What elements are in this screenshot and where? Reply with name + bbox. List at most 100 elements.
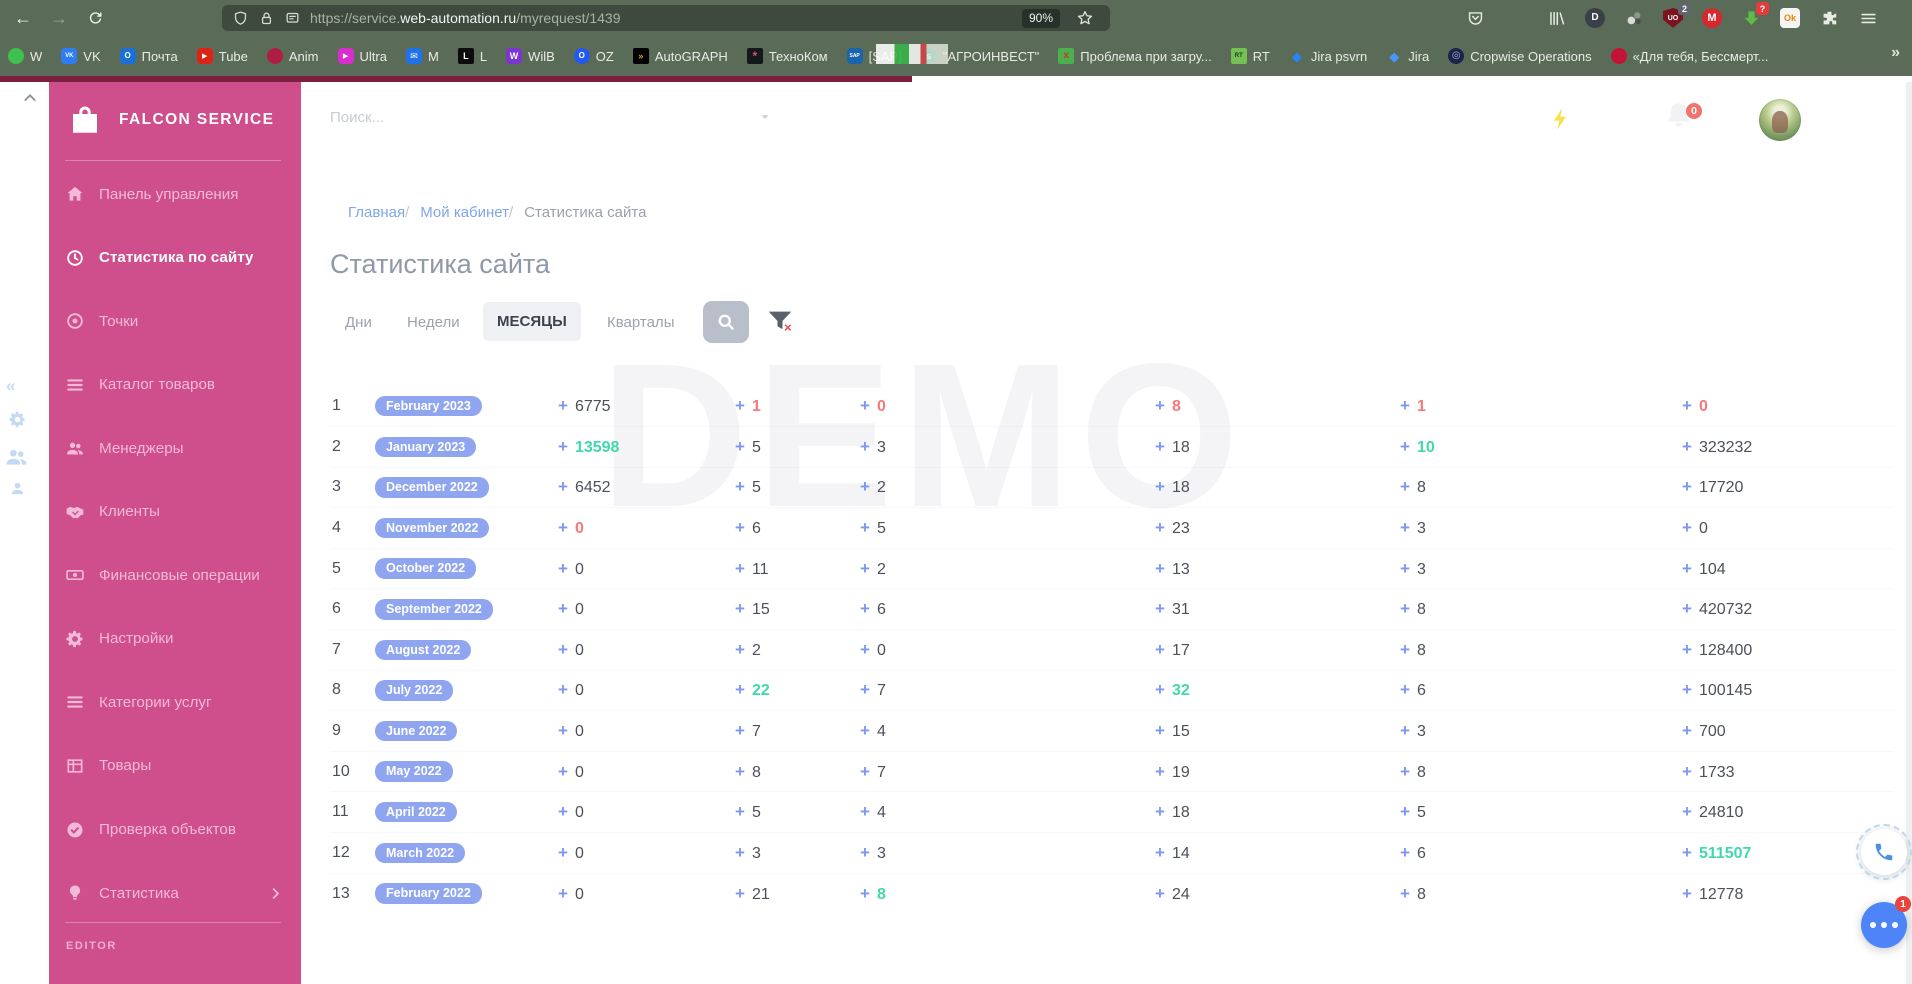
sidebar-item-settings[interactable]: Настройки: [65, 626, 293, 652]
brand[interactable]: FALCON SERVICE: [67, 100, 274, 140]
bookmark-problem-page[interactable]: x Проблема при загру...: [1058, 48, 1212, 64]
bookmark-anim[interactable]: Anim: [266, 48, 319, 64]
video-downloader-icon[interactable]: ?: [1738, 2, 1769, 31]
sidebar-item-points[interactable]: Точки: [65, 308, 293, 334]
sidebar-item-site-statistics[interactable]: Статистика по сайту: [65, 245, 293, 271]
bookmark-cropwise[interactable]: ◎ Cropwise Operations: [1448, 48, 1592, 64]
lightning-icon[interactable]: [1548, 101, 1574, 137]
bookmark-rt[interactable]: RT RT: [1230, 48, 1270, 64]
cell-orders: +11: [735, 547, 860, 589]
plus-icon: +: [860, 802, 870, 822]
person-icon[interactable]: [9, 480, 26, 497]
people-icon[interactable]: [4, 444, 29, 469]
tab-МЕСЯЦЫ[interactable]: МЕСЯЦЫ: [483, 302, 581, 341]
bookmarks-overflow-chevron[interactable]: »: [1891, 44, 1900, 62]
period-badge[interactable]: November 2022: [375, 517, 490, 539]
cell-value: 8: [876, 885, 886, 903]
cell-visits: +0: [558, 872, 735, 914]
bookmark-l-site[interactable]: LL: [457, 48, 487, 64]
cell-value: 15: [751, 601, 770, 619]
app-menu-icon[interactable]: [1855, 5, 1881, 31]
period-badge[interactable]: June 2022: [375, 720, 458, 742]
period-badge[interactable]: May 2022: [375, 761, 453, 782]
column-header: [558, 346, 735, 386]
back-button[interactable]: ←: [8, 4, 38, 32]
sidebar-item-statistics[interactable]: Статистика: [65, 880, 293, 906]
table-row: 4 November 2022 +0 +6 +5 +23 +3 +0: [330, 507, 1894, 549]
chevron-down-icon[interactable]: [758, 110, 772, 124]
library-icon[interactable]: [1543, 5, 1569, 31]
cell-value: 3: [1416, 723, 1426, 741]
bookmark-mail-m[interactable]: ✉ M: [405, 48, 439, 64]
cell-visits: +0: [558, 588, 735, 630]
bookmark-youtube[interactable]: ▶ Tube: [196, 48, 248, 64]
cell-service-requests: +3: [860, 426, 1155, 468]
tab-Кварталы[interactable]: Кварталы: [607, 314, 674, 331]
period-badge[interactable]: January 2023: [375, 436, 477, 458]
cell-value: 0: [574, 641, 584, 659]
period-badge[interactable]: February 2022: [375, 883, 482, 904]
cell-value: 13598: [574, 438, 620, 456]
bookmark-autograph[interactable]: » AutoGRAPH: [632, 48, 728, 64]
period-badge[interactable]: July 2022: [375, 680, 454, 701]
search-input[interactable]: Поиск...: [330, 109, 630, 126]
period-badge[interactable]: August 2022: [375, 639, 472, 661]
sidebar-item-clients[interactable]: Клиенты: [65, 499, 293, 525]
odnoklassniki-icon[interactable]: Ok: [1777, 5, 1803, 31]
period-badge[interactable]: December 2022: [375, 477, 489, 498]
bookmark-whatsapp[interactable]: W: [8, 48, 42, 64]
callback-phone-button[interactable]: [1856, 824, 1912, 880]
bookmark-jira-psvrn[interactable]: ◆ Jira psvrn: [1289, 48, 1367, 64]
bookmark-technokom[interactable]: * ТехноКом: [746, 48, 828, 64]
sidebar-item-managers[interactable]: Менеджеры: [65, 435, 293, 461]
period-badge[interactable]: March 2022: [375, 842, 466, 864]
url-bar[interactable]: https://service.web-automation.ru/myrequ…: [222, 5, 1110, 31]
table-row: 9 June 2022 +0 +7 +4 +15 +3 +700: [330, 710, 1894, 752]
cell-value: 13: [1171, 560, 1190, 578]
sidebar-item-products[interactable]: Товары: [65, 753, 293, 779]
sidebar-item-financial-operations[interactable]: Финансовые операции: [65, 562, 293, 588]
sidebar-item-dashboard[interactable]: Панель управления: [65, 181, 293, 207]
sidebar-item-service-categories[interactable]: Категории услуг: [65, 689, 293, 715]
bookmark-jira[interactable]: ◆ Jira: [1386, 48, 1429, 64]
zoom-level-badge[interactable]: 90%: [1022, 9, 1061, 28]
gear-icon[interactable]: [8, 410, 27, 429]
mega-icon[interactable]: M: [1699, 5, 1725, 31]
bookmark-outlook-mail[interactable]: O Почта: [119, 48, 178, 64]
cell-new-clients: +31: [1155, 588, 1400, 630]
sidebar-item-product-catalog[interactable]: Каталог товаров: [65, 372, 293, 398]
notification-badge[interactable]: 0: [1686, 103, 1702, 119]
extension-d-icon[interactable]: D: [1582, 5, 1608, 31]
shield-icon[interactable]: [232, 10, 249, 27]
tab-Недели[interactable]: Недели: [407, 314, 460, 331]
avatar[interactable]: [1759, 99, 1801, 141]
tab-Дни[interactable]: Дни: [345, 314, 372, 331]
ublock-origin-icon[interactable]: UO 2: [1660, 2, 1691, 31]
lock-icon[interactable]: [258, 10, 275, 27]
period-badge[interactable]: April 2022: [375, 801, 457, 823]
molecule-icon[interactable]: [1621, 5, 1647, 31]
reload-button[interactable]: [80, 4, 110, 32]
plus-icon: +: [1400, 436, 1410, 456]
pocket-icon[interactable]: [1462, 5, 1488, 31]
sidebar-item-object-check[interactable]: Проверка объектов: [65, 817, 293, 843]
bookmark-dlya-tebya[interactable]: «Для тебя, Бессмерт...: [1610, 48, 1768, 64]
extensions-puzzle-icon[interactable]: [1816, 5, 1842, 31]
dot-circle-icon: [65, 311, 85, 331]
permissions-icon[interactable]: [284, 10, 301, 27]
bookmark-ozon[interactable]: O OZ: [573, 48, 614, 64]
bookmark-star-icon[interactable]: [1076, 9, 1094, 27]
collapse-double-chevron-icon[interactable]: «: [6, 376, 15, 396]
period-badge[interactable]: October 2022: [375, 558, 477, 579]
table-row: 3 December 2022 +6452 +5 +2 +18 +8 +1772…: [330, 466, 1894, 508]
bookmark-vk[interactable]: VK VK: [61, 48, 101, 64]
period-badge[interactable]: February 2023: [375, 395, 482, 417]
bookmark-wilb[interactable]: W WilB: [506, 48, 555, 64]
table-search-button[interactable]: [703, 301, 749, 343]
bookmark-ultra[interactable]: ▶ Ultra: [337, 48, 387, 64]
period-badge[interactable]: September 2022: [375, 599, 493, 620]
table-row: 2 January 2023 +13598 +5 +3 +18 +10 +323…: [330, 426, 1894, 468]
chevron-up-icon[interactable]: [22, 90, 38, 106]
cell-new-clients: +24: [1155, 872, 1400, 914]
forward-button[interactable]: →: [44, 4, 74, 32]
